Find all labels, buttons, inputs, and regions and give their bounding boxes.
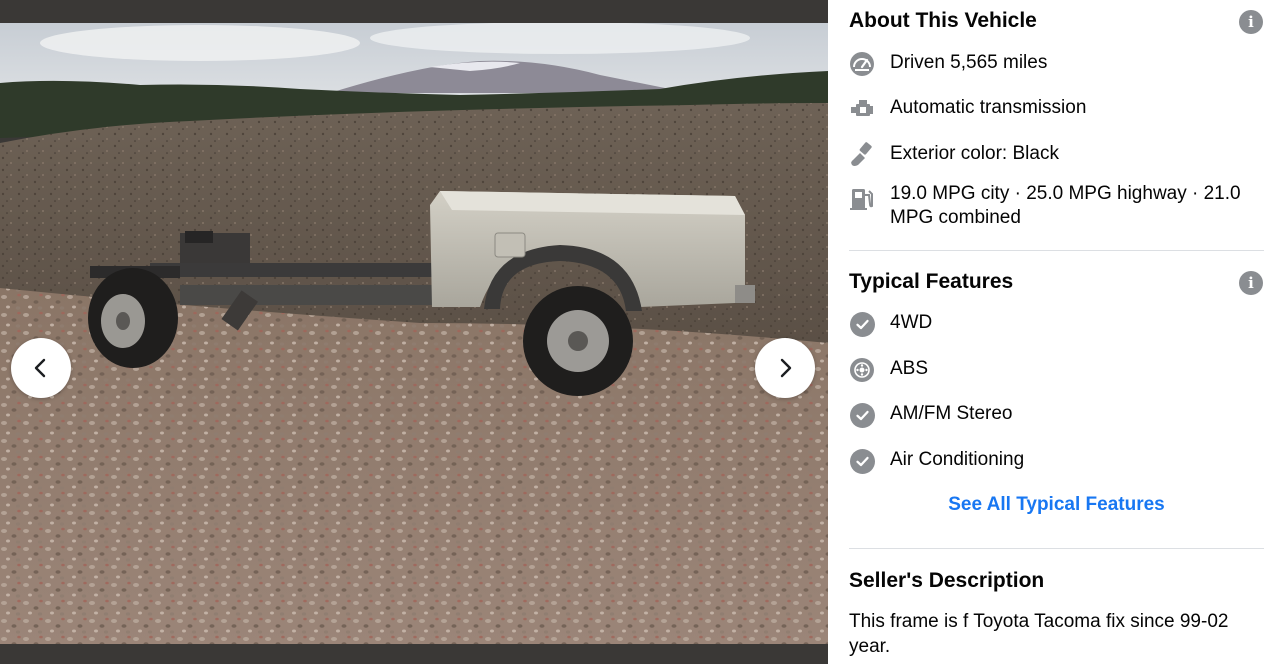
feature-4wd-text: 4WD <box>890 312 933 333</box>
truck-frame-photo <box>0 23 828 644</box>
checkmark-icon <box>849 448 875 474</box>
chevron-left-icon <box>34 358 46 378</box>
section-divider <box>849 548 1264 549</box>
transmission-row: Automatic transmission <box>849 96 1259 122</box>
feature-ac-text: Air Conditioning <box>890 449 1025 470</box>
photo-viewer <box>0 0 828 664</box>
seller-description-text: This frame is f Toyota Tacoma fix since … <box>849 611 1229 657</box>
feature-abs-row: ABS <box>849 357 1259 383</box>
checkmark-icon <box>849 402 875 428</box>
next-photo-button[interactable] <box>755 338 815 398</box>
chevron-right-icon <box>780 358 792 378</box>
feature-ac-row: Air Conditioning <box>849 448 1259 474</box>
feature-abs-text: ABS <box>890 358 929 379</box>
see-all-features-link[interactable]: See All Typical Features <box>849 494 1264 516</box>
exterior-color-row: Exterior color: Black <box>849 142 1259 168</box>
listing-photo <box>0 23 828 644</box>
fuel-pump-icon <box>849 186 875 212</box>
about-info-icon[interactable]: i <box>1239 10 1263 34</box>
paint-brush-icon <box>849 142 875 168</box>
previous-photo-button[interactable] <box>11 338 71 398</box>
seller-description-title: Seller's Description <box>849 569 1045 592</box>
feature-stereo-text: AM/FM Stereo <box>890 403 1013 424</box>
section-divider <box>849 250 1264 251</box>
checkmark-icon <box>849 311 875 337</box>
speedometer-icon <box>849 51 875 77</box>
brake-disc-icon <box>849 357 875 383</box>
feature-stereo-row: AM/FM Stereo <box>849 402 1259 428</box>
feature-4wd-row: 4WD <box>849 311 1259 337</box>
engine-icon <box>849 96 875 122</box>
typical-features-title: Typical Features <box>849 270 1014 293</box>
features-info-icon[interactable]: i <box>1239 271 1263 295</box>
fuel-economy-row: 19.0 MPG city · 25.0 MPG highway · 21.0 … <box>849 182 1259 230</box>
vehicle-details-panel: About This Vehicle i Driven 5,565 miles <box>828 0 1279 664</box>
mileage-row: Driven 5,565 miles <box>849 51 1259 77</box>
fuel-economy-text: 19.0 MPG city · 25.0 MPG highway · 21.0 … <box>890 183 1241 228</box>
about-vehicle-title: About This Vehicle <box>849 9 1037 32</box>
exterior-color-text: Exterior color: Black <box>890 143 1059 164</box>
marketplace-listing: About This Vehicle i Driven 5,565 miles <box>0 0 1279 664</box>
mileage-text: Driven 5,565 miles <box>890 52 1048 73</box>
transmission-text: Automatic transmission <box>890 97 1087 118</box>
